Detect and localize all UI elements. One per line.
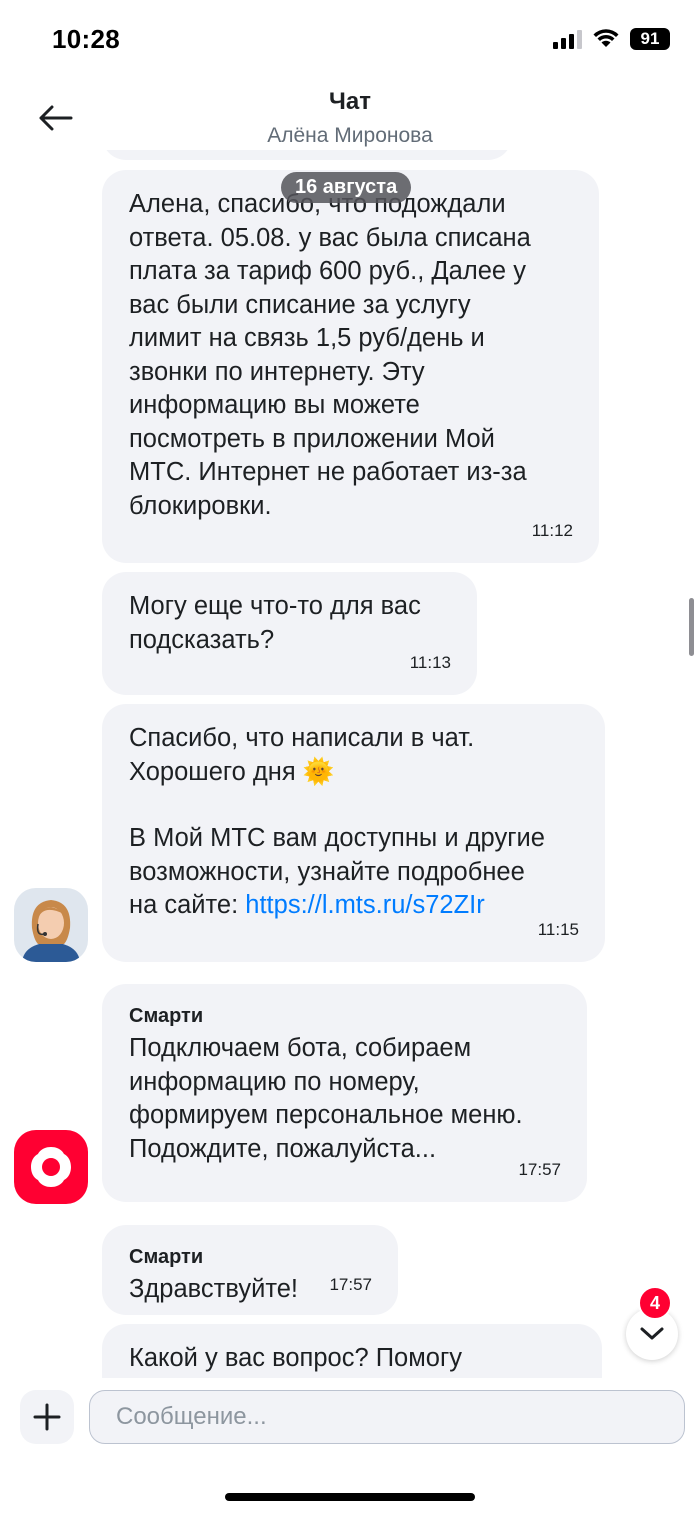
message-link[interactable]: https://l.mts.ru/s72ZIr	[245, 891, 484, 919]
bot-message-bubble: Смарти Здравствуйте! 17:57	[102, 1225, 398, 1315]
sender-name: Смарти	[129, 1005, 204, 1027]
message-time: 11:15	[537, 919, 579, 939]
message-text: Могу еще что-то для вас подсказать?	[129, 592, 421, 654]
wifi-icon	[593, 29, 619, 47]
message-time: 17:57	[329, 1274, 372, 1294]
attach-button[interactable]	[20, 1390, 74, 1444]
message-time: 11:13	[409, 652, 451, 672]
message-bubble: Могу еще что-то для вас подсказать? 11:1…	[102, 572, 477, 695]
message-bubble: Какой у вас вопрос? Помогу	[102, 1324, 602, 1378]
bot-message-bubble: Смарти Подключаем бота, собираем информа…	[102, 984, 587, 1202]
chat-messages[interactable]: Алена, спасибо, что подождали ответа. 05…	[0, 150, 700, 1378]
message-bubble: Спасибо, что написали в чат. Хорошего дн…	[102, 704, 605, 962]
operator-avatar	[14, 888, 88, 962]
battery-icon: 91	[630, 28, 670, 50]
message-composer	[0, 1378, 700, 1458]
previous-message-bubble	[102, 150, 512, 160]
message-time: 17:57	[518, 1159, 561, 1179]
message-text-line: Хорошего дня 🌞	[129, 756, 579, 790]
scrollbar[interactable]	[689, 598, 694, 656]
chevron-down-icon	[640, 1327, 664, 1340]
status-icons: 91	[553, 28, 670, 50]
message-text: Подключаем бота, собираем информацию по …	[129, 1034, 523, 1163]
operator-name: Алёна Миронова	[267, 124, 433, 147]
message-text-line: Спасибо, что написали в чат.	[129, 724, 475, 752]
message-text: Какой у вас вопрос? Помогу	[129, 1344, 463, 1372]
smarti-logo-icon	[14, 1130, 88, 1204]
plus-icon	[33, 1403, 61, 1431]
message-time: 11:12	[531, 520, 573, 540]
page-title: Чат	[329, 88, 371, 115]
sun-emoji: 🌞	[302, 757, 335, 786]
message-text-line: на сайте: https://l.mts.ru/s72ZIr	[129, 889, 579, 923]
message-input[interactable]	[89, 1390, 685, 1444]
message-text: В Мой МТС вам доступны и другие возможно…	[129, 824, 545, 886]
signal-icon	[553, 29, 582, 49]
unread-badge: 4	[638, 1286, 672, 1320]
message-text: Алена, спасибо, что подождали ответа. 05…	[129, 190, 531, 520]
date-divider: 16 августа	[281, 172, 412, 203]
link-prefix: на сайте:	[129, 891, 246, 919]
status-time: 10:28	[52, 24, 120, 54]
message-text-part: Хорошего дня	[129, 757, 296, 786]
message-bubble: Алена, спасибо, что подождали ответа. 05…	[102, 170, 599, 563]
home-indicator[interactable]	[225, 1493, 475, 1501]
